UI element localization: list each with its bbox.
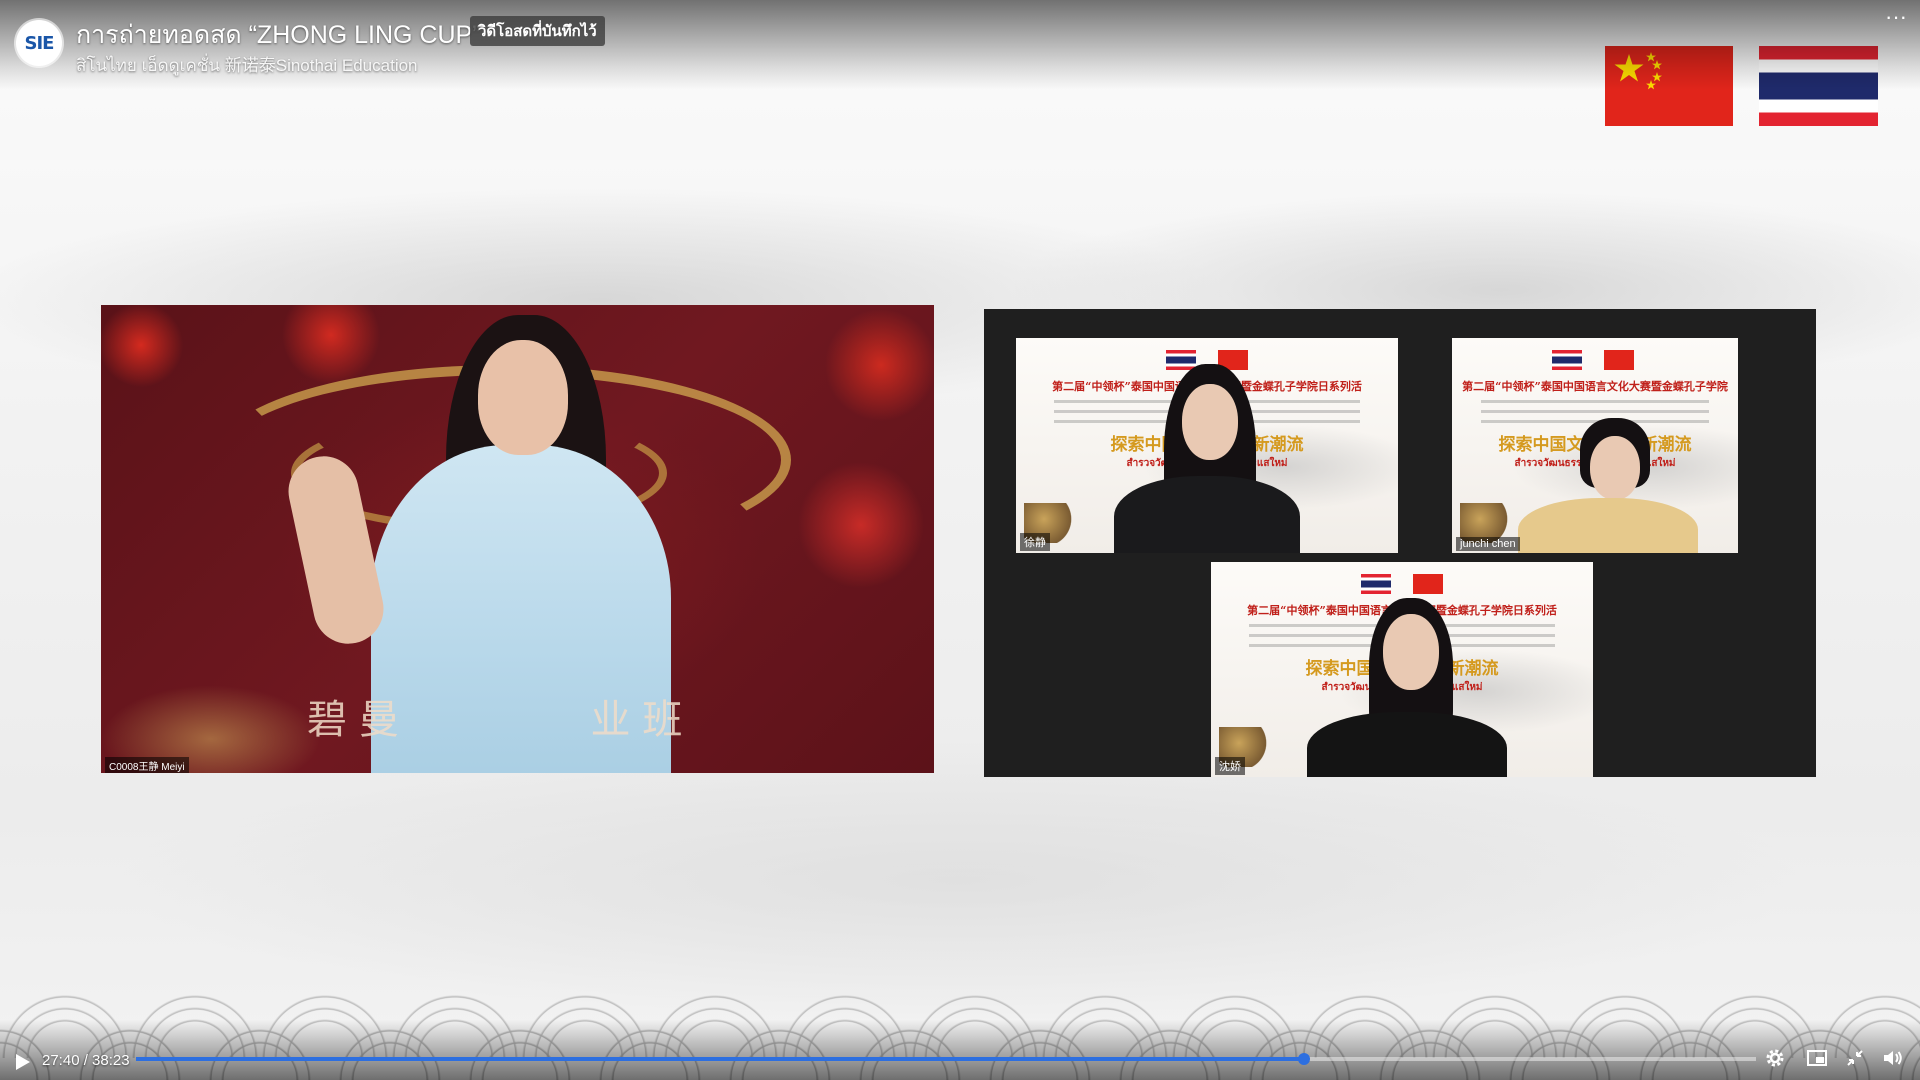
gear-icon [1766,1049,1784,1067]
participant-face [1383,614,1439,690]
participant-tile[interactable]: 第二届“中领杯”泰国中国语言文化大赛暨金蝶孔子学院日系列活 探索中国文化 感受新… [1211,562,1593,777]
backdrop-text-left: 碧曼 [307,697,411,743]
channel-avatar[interactable]: SIE [16,20,62,66]
singer-face [478,340,568,455]
backdrop-text: 碧曼 业班 [307,687,694,745]
exit-fullscreen-button[interactable] [1842,1046,1868,1072]
participant-tile[interactable]: 第二届“中领杯”泰国中国语言文化大赛暨金蝶孔子学院 探索中国文化 感受新潮流 ส… [1452,338,1738,553]
settings-button[interactable] [1762,1046,1788,1072]
volume-button[interactable] [1880,1046,1906,1072]
more-options-button[interactable]: ··· [1880,6,1912,32]
participant-name-tag: 徐静 [1020,533,1050,551]
participant-face [1590,436,1640,500]
participant-tile[interactable]: 第二届“中领杯”泰国中国语言文化大赛暨金蝶孔子学院日系列活 探索中国文化 感受新… [1016,338,1398,553]
picture-in-picture-button[interactable] [1804,1046,1830,1072]
video-call-grid: 第二届“中领杯”泰国中国语言文化大赛暨金蝶孔子学院日系列活 探索中国文化 感受新… [984,309,1816,777]
progress-fill [136,1057,1305,1061]
participant-name-tag: junchi chen [1456,537,1520,551]
participant-name-tag: C0008王静 Meiyi [105,757,189,773]
participant-face [1182,384,1238,460]
china-flag [1604,350,1634,370]
play-button[interactable] [12,1052,32,1072]
performer-video[interactable]: 碧曼 业班 C0008王静 Meiyi [101,305,934,773]
time-display: 27:40 / 38:23 [42,1052,130,1069]
thailand-flag [1552,350,1582,370]
picture-in-picture-icon [1807,1050,1827,1066]
channel-logo-text: SIE [24,32,55,54]
thailand-flag [1166,350,1196,370]
channel-name-link[interactable]: สิโนไทย เอ็ดดูเคชั่น 新诺泰Sinothai Educati… [76,51,418,79]
more-options-icon: ··· [1885,4,1907,29]
volume-icon [1884,1051,1902,1065]
backdrop-text-right: 业班 [590,697,695,743]
participant-body [1518,498,1698,553]
participant-body [1114,476,1300,553]
progress-bar[interactable] [136,1053,1756,1065]
video-stage[interactable]: 碧曼 业班 C0008王静 Meiyi 第二届“中领杯”泰国中国语言文化大赛暨金… [0,0,1920,1080]
banner-text-line [1480,400,1710,403]
exit-fullscreen-icon [1847,1050,1863,1066]
participant-body [1307,712,1507,777]
recorded-live-badge: วิดีโอสดที่บันทึกไว้ [470,16,605,46]
video-title[interactable]: การถ่ายทอดสด “ZHONG LING CUP” [76,15,481,55]
china-flag [1413,574,1443,594]
banner-text-line [1480,410,1710,413]
play-icon [16,1054,30,1070]
thailand-flag [1361,574,1391,594]
participant-name-tag: 沈娇 [1215,757,1245,775]
banner-title: 第二届“中领杯”泰国中国语言文化大赛暨金蝶孔子学院 [1462,380,1728,393]
player-control-bar: 27:40 / 38:23 [0,1020,1920,1080]
